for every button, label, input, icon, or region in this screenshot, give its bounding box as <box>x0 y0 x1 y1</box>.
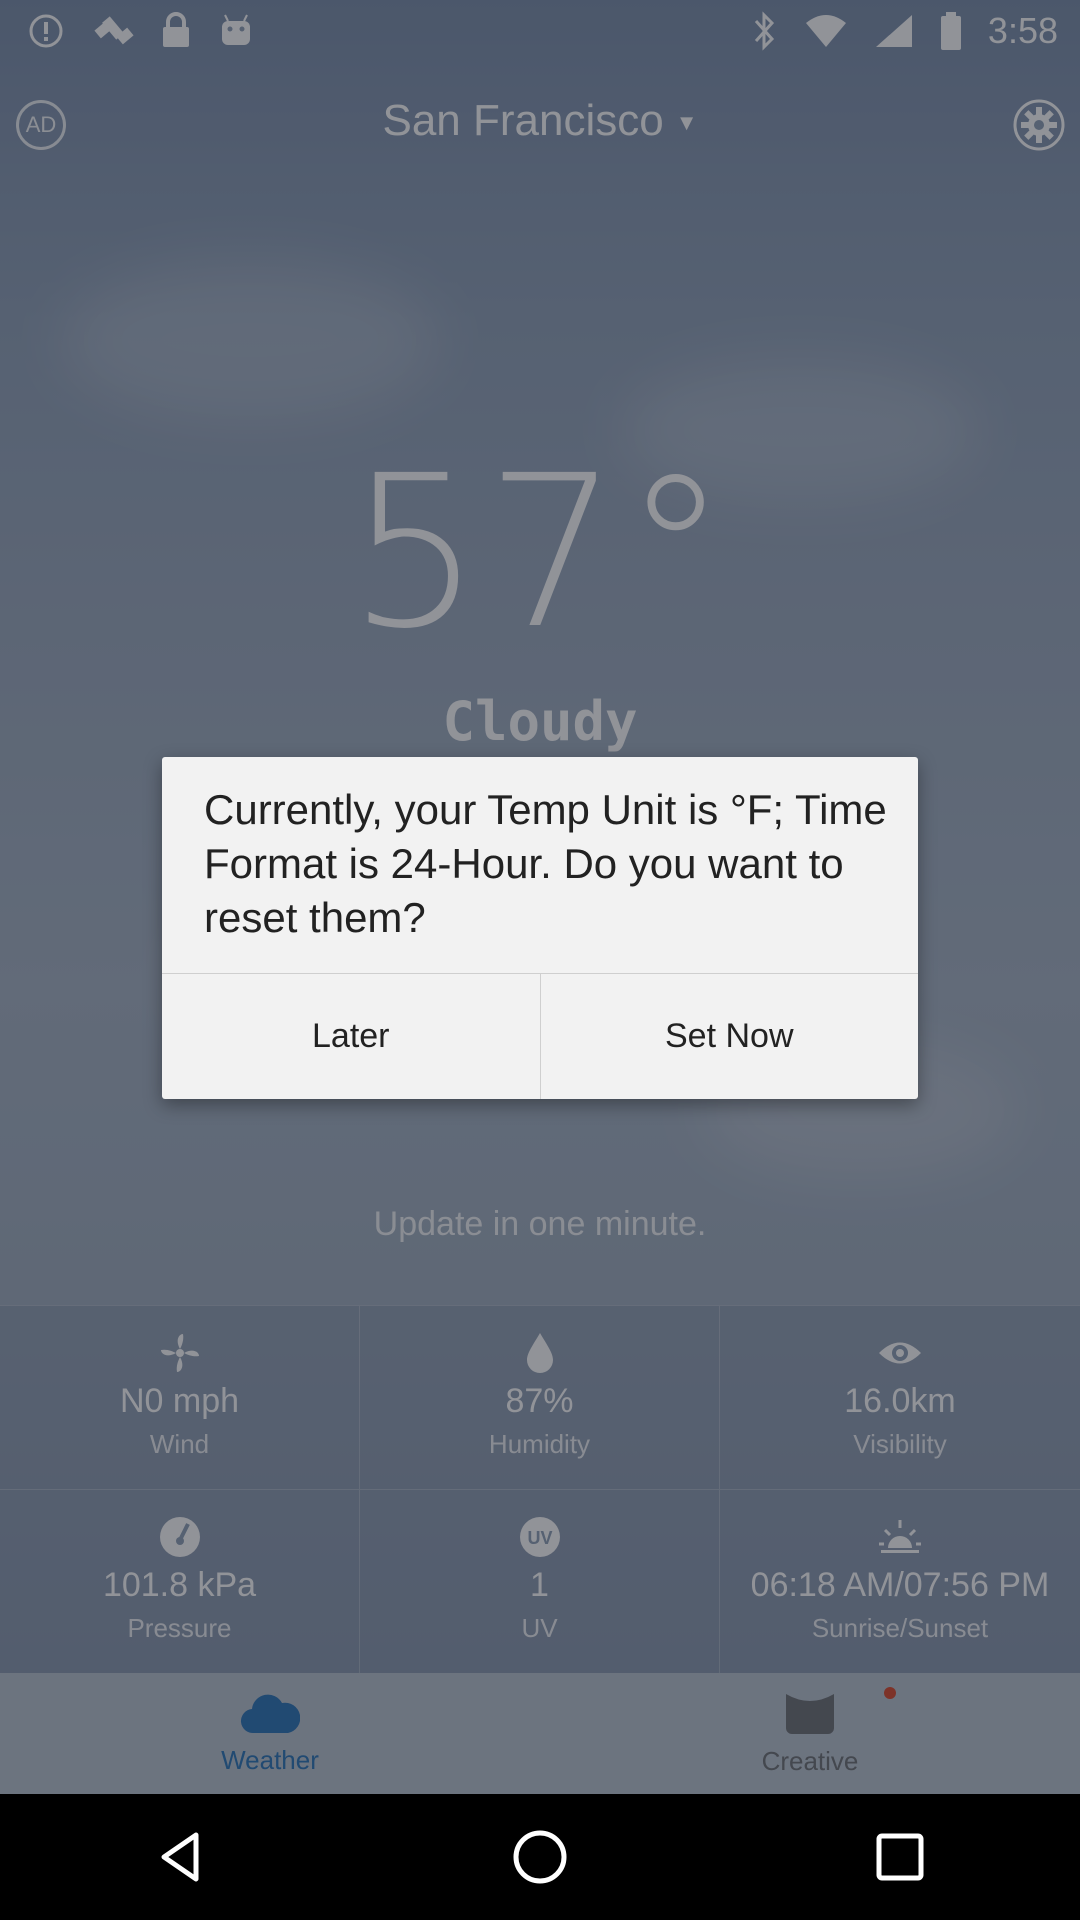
later-button[interactable]: Later <box>162 974 541 1099</box>
dialog-message: Currently, your Temp Unit is °F; Time Fo… <box>204 786 887 941</box>
dialog-buttons: Later Set Now <box>162 973 918 1099</box>
back-button[interactable] <box>135 1812 225 1902</box>
reset-units-dialog: Currently, your Temp Unit is °F; Time Fo… <box>162 757 918 1099</box>
recents-button[interactable] <box>855 1812 945 1902</box>
home-button[interactable] <box>495 1812 585 1902</box>
home-icon <box>513 1830 567 1884</box>
system-nav-bar <box>0 1794 1080 1920</box>
recents-icon <box>876 1833 924 1881</box>
set-now-button[interactable]: Set Now <box>541 974 919 1099</box>
back-icon <box>161 1832 199 1882</box>
